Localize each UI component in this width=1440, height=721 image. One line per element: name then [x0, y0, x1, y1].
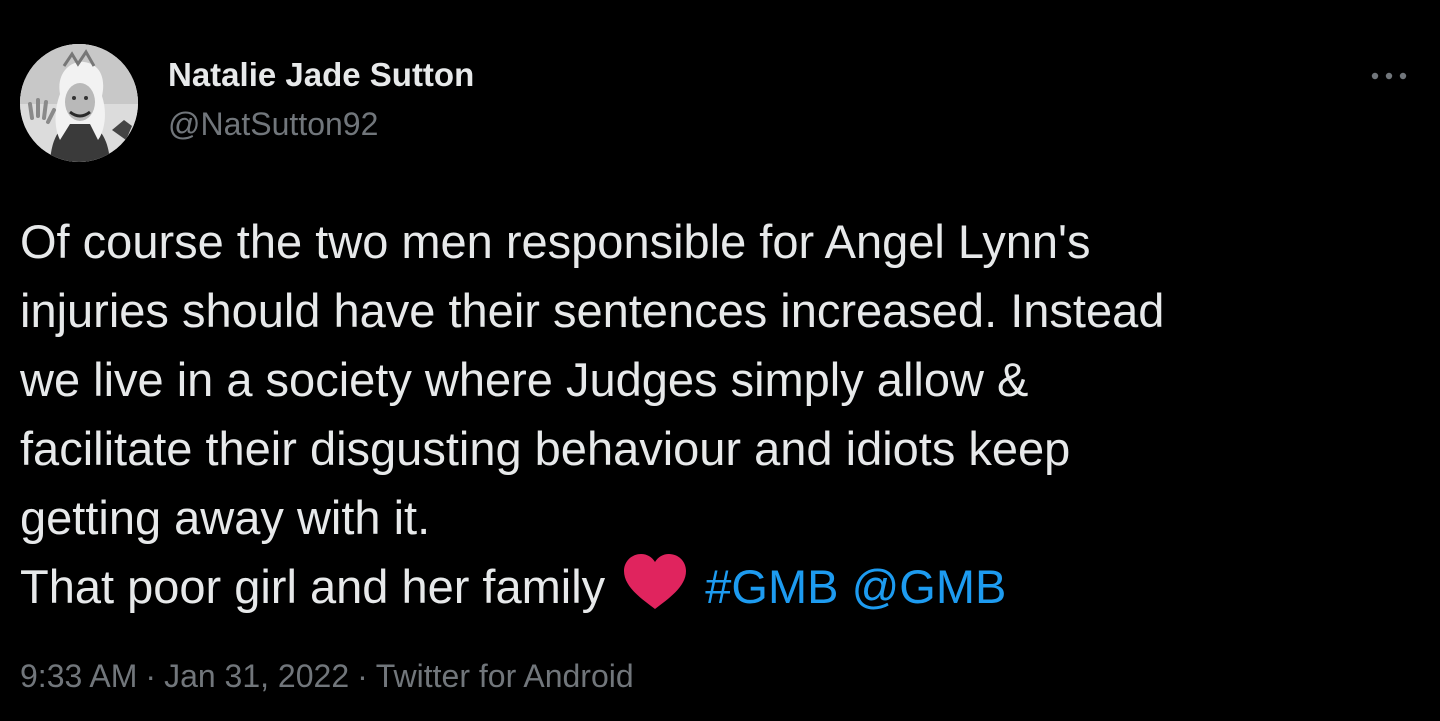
meta-separator: · [145, 658, 157, 694]
tweet-text-line: getting away with it. [20, 491, 431, 544]
tweet-meta: 9:33 AM · Jan 31, 2022 · Twitter for Android [20, 658, 634, 695]
more-options-icon [1371, 72, 1407, 80]
tweet-text: Of course the two men responsible for An… [20, 207, 1425, 629]
tweet-text-line: injuries should have their sentences inc… [20, 284, 1165, 337]
mention-link[interactable]: @GMB [852, 560, 1007, 613]
tweet-source[interactable]: Twitter for Android [376, 658, 634, 694]
tweet-text-fragment: That poor girl and her family [20, 560, 606, 613]
tweet-date[interactable]: Jan 31, 2022 [164, 658, 349, 694]
meta-separator: · [357, 658, 368, 694]
hashtag-link[interactable]: #GMB [705, 560, 838, 613]
author-name[interactable]: Natalie Jade Sutton [168, 56, 474, 94]
tweet-card: Natalie Jade Sutton @NatSutton92 Of cour… [0, 0, 1440, 721]
more-options-button[interactable] [1364, 60, 1414, 92]
author-handle[interactable]: @NatSutton92 [168, 106, 378, 143]
tweet-text-line: we live in a society where Judges simply… [20, 353, 1029, 406]
tweet-text-last-line: That poor girl and her family #GMB @GMB [20, 552, 1425, 629]
tweet-text-line: facilitate their disgusting behaviour an… [20, 422, 1071, 475]
author-avatar[interactable] [20, 44, 138, 162]
profile-photo-icon [20, 44, 138, 162]
tweet-text-line: Of course the two men responsible for An… [20, 215, 1091, 268]
heart-emoji-icon [622, 553, 688, 629]
tweet-time[interactable]: 9:33 AM [20, 658, 137, 694]
